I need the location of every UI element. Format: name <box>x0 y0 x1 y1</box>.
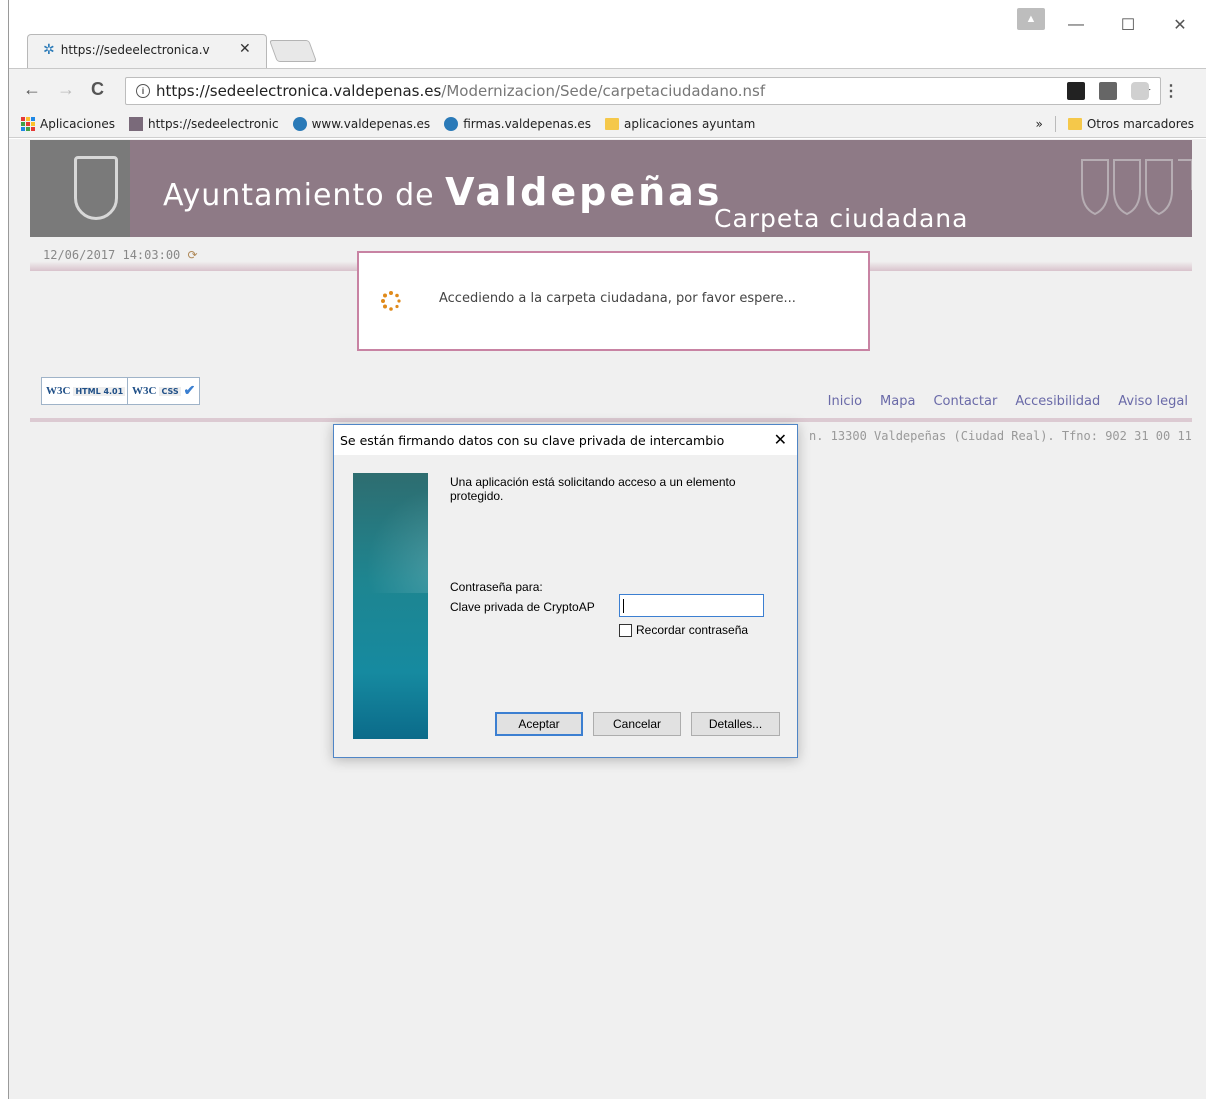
tab-close-icon[interactable]: ✕ <box>239 40 251 57</box>
crests-decoration-icon <box>1081 159 1192 216</box>
site-icon <box>128 116 143 131</box>
bookmark-apps[interactable]: Aplicaciones <box>9 116 115 131</box>
favicon-icon: ✲ <box>43 42 55 58</box>
maximize-icon[interactable]: ☐ <box>1102 0 1154 50</box>
remember-label: Recordar contraseña <box>636 623 749 637</box>
details-button[interactable]: Detalles... <box>691 712 780 736</box>
datetime: 12/06/2017 14:03:00 ⟳ <box>43 248 198 262</box>
bookmark-label: www.valdepenas.es <box>311 116 431 131</box>
folder-icon <box>1067 117 1082 130</box>
close-window-icon[interactable]: ✕ <box>1154 0 1206 50</box>
badge-spec: HTML 4.01 <box>73 386 126 396</box>
address-bar[interactable]: i https://sedeelectronica.valdepenas.es … <box>125 77 1161 105</box>
banner-title: Ayuntamiento de Valdepeñas <box>163 170 722 214</box>
footer-divider <box>30 418 1192 422</box>
link-contactar[interactable]: Contactar <box>933 394 997 409</box>
extensions: ⋮ <box>1067 81 1179 101</box>
check-icon: ✔ <box>183 383 196 399</box>
browser-titlebar: ✲ https://sedeelectronica.v ✕ ▲ — ☐ ✕ <box>9 0 1206 68</box>
key-name-label: Clave privada de CryptoAP <box>450 600 595 614</box>
password-for-label: Contraseña para: <box>450 580 543 594</box>
link-inicio[interactable]: Inicio <box>828 394 862 409</box>
bookmarks-right: » Otros marcadores <box>1036 115 1194 132</box>
valdepenas-icon <box>292 116 307 131</box>
minimize-icon[interactable]: — <box>1050 0 1102 50</box>
footer-links: Inicio Mapa Contactar Accesibilidad Avis… <box>828 394 1188 409</box>
acrobat-extension-icon[interactable] <box>1067 82 1085 100</box>
divider <box>1054 115 1056 132</box>
cancel-button[interactable]: Cancelar <box>593 712 681 736</box>
bookmark-firmas[interactable]: firmas.valdepenas.es <box>444 116 592 131</box>
bookmark-label: Aplicaciones <box>40 116 115 131</box>
password-dialog: Se están firmando datos con su clave pri… <box>333 424 798 758</box>
link-accesibilidad[interactable]: Accesibilidad <box>1015 394 1100 409</box>
reload-icon[interactable]: C <box>91 79 104 100</box>
bookmark-sede[interactable]: https://sedeelectronic <box>128 116 279 131</box>
bookmark-aplicaciones[interactable]: aplicaciones ayuntam <box>605 117 755 131</box>
spinner-icon <box>381 291 401 311</box>
folder-icon <box>605 117 620 130</box>
banner-prefix: Ayuntamiento de <box>163 178 446 213</box>
datetime-text: 12/06/2017 14:03:00 <box>43 248 181 262</box>
bookmark-label: firmas.valdepenas.es <box>463 116 592 131</box>
dialog-message: Una aplicación está solicitando acceso a… <box>450 475 736 503</box>
bookmarks-overflow-button[interactable]: » <box>1036 117 1043 131</box>
bookmark-label: https://sedeelectronic <box>147 116 279 131</box>
text-caret <box>623 599 624 613</box>
banner-city: Valdepeñas <box>445 170 723 214</box>
remember-password-checkbox[interactable]: Recordar contraseña <box>619 623 748 637</box>
extension-icon[interactable] <box>1099 82 1117 100</box>
tab-content[interactable]: ✲ https://sedeelectronica.v <box>43 36 210 64</box>
link-aviso-legal[interactable]: Aviso legal <box>1118 394 1188 409</box>
skype-extension-icon[interactable] <box>1131 82 1149 100</box>
url-path: /Modernizacion/Sede/carpetaciudadano.nsf <box>441 82 766 100</box>
bookmark-label: aplicaciones ayuntam <box>624 116 756 131</box>
w3c-label: W3C <box>132 385 157 397</box>
tab-title: https://sedeelectronica.v <box>60 43 210 57</box>
back-icon[interactable]: ← <box>23 79 41 100</box>
bookmarks-bar: Aplicaciones https://sedeelectronic www.… <box>9 110 1206 138</box>
menu-icon[interactable]: ⋮ <box>1163 81 1179 101</box>
bookmark-valdepenas[interactable]: www.valdepenas.es <box>292 116 431 131</box>
info-icon[interactable]: i <box>136 84 150 98</box>
forward-icon[interactable]: → <box>57 79 75 100</box>
dialog-title: Se están firmando datos con su clave pri… <box>340 433 725 448</box>
refresh-icon[interactable]: ⟳ <box>188 248 198 262</box>
loading-message: Accediendo a la carpeta ciudadana, por f… <box>439 291 796 306</box>
coat-of-arms-icon <box>74 156 118 220</box>
browser-toolbar: ← → C i https://sedeelectronica.valdepen… <box>9 68 1206 110</box>
site-banner: Ayuntamiento de Valdepeñas Carpeta ciuda… <box>30 140 1192 237</box>
window-controls: — ☐ ✕ <box>1050 0 1206 50</box>
link-mapa[interactable]: Mapa <box>880 394 915 409</box>
banner-subtitle: Carpeta ciudadana <box>714 204 969 233</box>
accept-button[interactable]: Aceptar <box>495 712 583 736</box>
bookmark-label: Otros marcadores <box>1086 116 1194 131</box>
dialog-titlebar: Se están firmando datos con su clave pri… <box>334 425 797 455</box>
url-host: https://sedeelectronica.valdepenas.es <box>156 82 442 100</box>
valdepenas-icon <box>444 116 459 131</box>
checkbox-box[interactable] <box>619 623 632 637</box>
apps-grid-icon <box>21 116 35 131</box>
w3c-label: W3C <box>46 385 71 397</box>
bookmark-other[interactable]: Otros marcadores <box>1067 116 1194 131</box>
w3c-css-badge[interactable]: W3C CSS ✔ <box>127 377 201 405</box>
badge-spec: CSS <box>159 386 181 396</box>
password-input[interactable] <box>619 594 764 617</box>
loading-box: Accediendo a la carpeta ciudadana, por f… <box>357 251 870 351</box>
close-icon[interactable]: ✕ <box>774 430 787 450</box>
footer-address: n. 13300 Valdepeñas (Ciudad Real). Tfno:… <box>809 429 1192 443</box>
profile-icon[interactable]: ▲ <box>1017 8 1045 30</box>
dialog-banner-image <box>353 473 428 739</box>
new-tab-button[interactable] <box>268 40 318 62</box>
